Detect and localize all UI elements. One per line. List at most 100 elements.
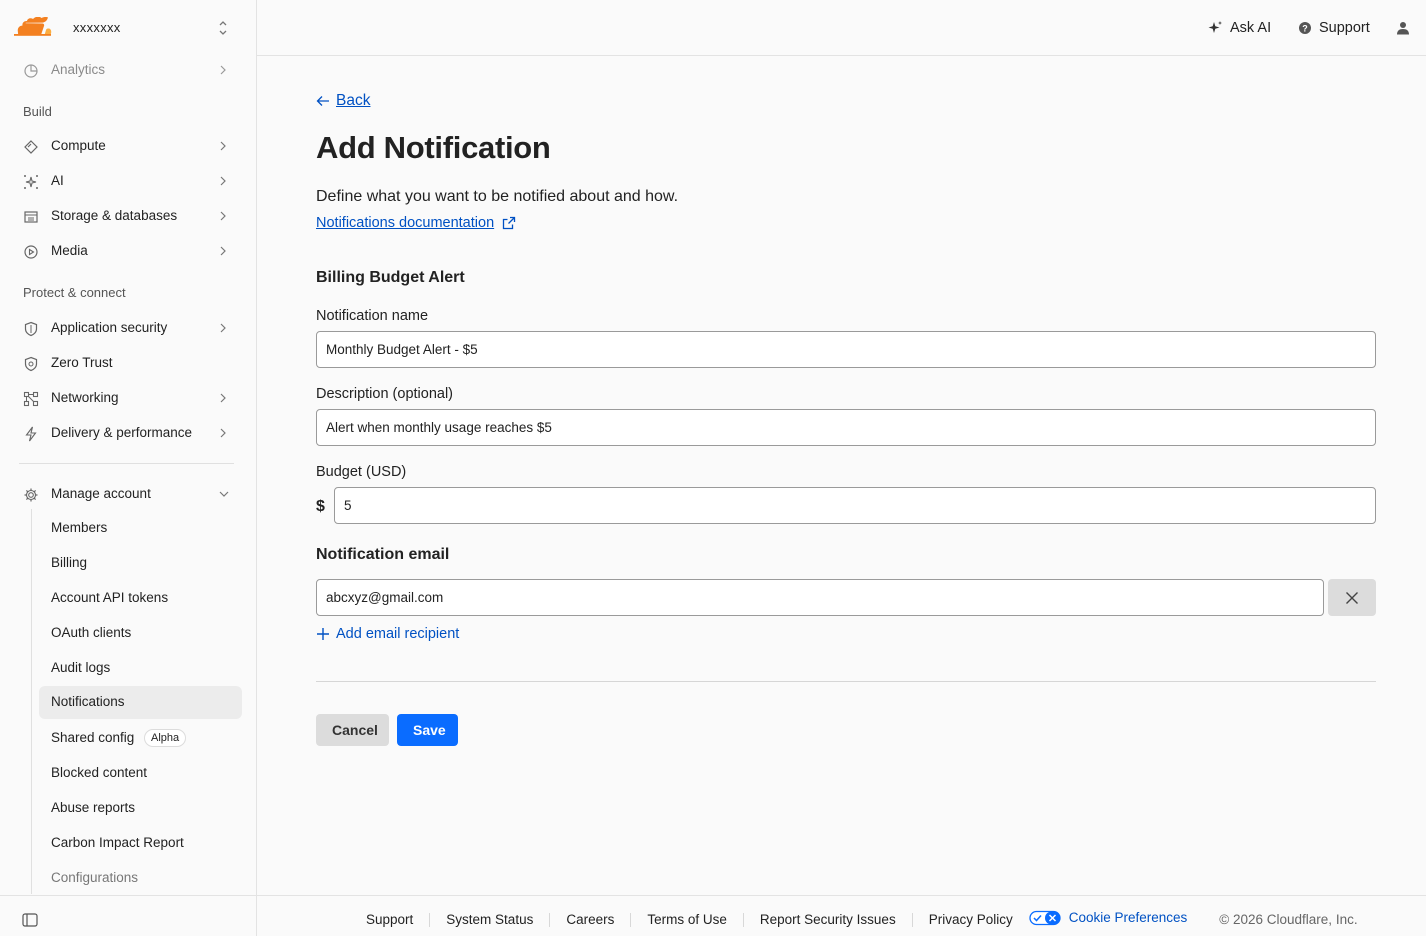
sidebar-item-label: Application security: [51, 320, 168, 335]
sidebar-item-shared-config[interactable]: Shared config Alpha: [39, 722, 242, 755]
sidebar: xxxxxxx Analytics Build Compute AI Stora…: [0, 0, 257, 936]
sidebar-item-label: Configurations: [51, 870, 139, 885]
sidebar-item-label: Account API tokens: [51, 590, 169, 605]
sidebar-item-label: Networking: [51, 390, 119, 405]
sidebar-item-label: Compute: [51, 138, 106, 153]
chevron-right-icon: [220, 65, 226, 75]
chevron-right-icon: [220, 323, 226, 333]
footer-link-terms-of-use[interactable]: Terms of Use: [630, 912, 743, 927]
compute-icon: [24, 140, 38, 154]
sidebar-item-zero-trust[interactable]: Zero Trust: [12, 347, 242, 380]
footer-link-privacy-policy[interactable]: Privacy Policy Cookie Preferences: [911, 909, 1204, 927]
cloudflare-logo: [14, 17, 52, 36]
notification-name-input[interactable]: [316, 331, 1376, 368]
footer-link-system-status[interactable]: System Status: [429, 912, 549, 927]
budget-input[interactable]: [334, 487, 1376, 524]
cancel-button[interactable]: Cancel: [316, 714, 389, 746]
chevron-down-icon: [219, 491, 229, 497]
ask-ai-button[interactable]: Ask AI: [1207, 18, 1271, 38]
sidebar-item-application-security[interactable]: Application security: [12, 312, 242, 345]
sidebar-item-abuse-reports[interactable]: Abuse reports: [39, 792, 242, 825]
save-button[interactable]: Save: [397, 714, 458, 746]
storage-icon: [24, 211, 38, 223]
sidebar-item-billing[interactable]: Billing: [39, 547, 242, 580]
sidebar-item-label: Carbon Impact Report: [51, 835, 184, 850]
sidebar-item-label: Abuse reports: [51, 800, 136, 815]
copyright: © 2026 Cloudflare, Inc.: [1219, 912, 1358, 927]
arrow-left-icon: [316, 96, 329, 106]
sidebar-item-analytics[interactable]: Analytics: [12, 56, 242, 87]
back-label: Back: [336, 92, 371, 109]
external-link-icon: [502, 216, 516, 230]
sidebar-item-media[interactable]: Media: [12, 235, 242, 268]
submenu-guide-line: [31, 509, 32, 894]
sidebar-item-networking[interactable]: Networking: [12, 382, 242, 415]
account-switcher[interactable]: xxxxxxx: [0, 0, 256, 56]
sidebar-item-label: Delivery & performance: [51, 425, 193, 440]
description-input[interactable]: [316, 409, 1376, 446]
sidebar-item-compute[interactable]: Compute: [12, 130, 242, 163]
help-circle-icon: ?: [1299, 22, 1311, 34]
privacy-policy-label: Privacy Policy: [928, 911, 1013, 927]
cookie-preferences-link[interactable]: Cookie Preferences: [1029, 909, 1188, 926]
footer: Support System Status Careers Terms of U…: [257, 895, 1426, 936]
sidebar-item-manage-account[interactable]: Manage account: [12, 478, 242, 511]
sidebar-item-members[interactable]: Members: [39, 512, 242, 545]
sidebar-item-delivery-performance[interactable]: Delivery & performance: [12, 417, 242, 450]
sidebar-item-account-api-tokens[interactable]: Account API tokens: [39, 582, 242, 615]
cookie-preferences-label: Cookie Preferences: [1068, 909, 1188, 925]
sidebar-collapse-icon[interactable]: [22, 913, 38, 927]
footer-link-report-security-issues[interactable]: Report Security Issues: [742, 912, 912, 927]
user-icon: [1397, 22, 1409, 35]
sidebar-item-storage[interactable]: Storage & databases: [12, 200, 242, 233]
sidebar-nav: Analytics Build Compute AI Storage & dat…: [0, 56, 256, 894]
sidebar-item-oauth-clients[interactable]: OAuth clients: [39, 617, 242, 650]
email-input[interactable]: [316, 579, 1324, 616]
sidebar-item-blocked-content[interactable]: Blocked content: [39, 757, 242, 790]
sidebar-item-audit-logs[interactable]: Audit logs: [39, 652, 242, 685]
section-title-billing-budget-alert: Billing Budget Alert: [316, 269, 465, 286]
user-menu-button[interactable]: [1396, 18, 1417, 38]
sidebar-item-label: Analytics: [51, 62, 106, 77]
svg-text:?: ?: [1302, 23, 1308, 33]
ai-sparkle-icon: [24, 175, 38, 189]
chevron-right-icon: [220, 211, 226, 221]
account-name: xxxxxxx: [73, 20, 121, 35]
sidebar-item-label: Audit logs: [51, 660, 111, 675]
top-bar: Ask AI ? Support: [257, 0, 1426, 56]
privacy-choices-toggle-icon: [1029, 910, 1061, 925]
support-button[interactable]: ? Support: [1298, 18, 1370, 38]
footer-link-support[interactable]: Support: [366, 912, 429, 927]
sidebar-item-ai[interactable]: AI: [12, 165, 242, 198]
add-email-recipient-button[interactable]: Add email recipient: [316, 626, 459, 642]
chevron-right-icon: [220, 176, 226, 186]
notification-name-label: Notification name: [316, 308, 429, 324]
currency-symbol: $: [316, 498, 325, 515]
back-link[interactable]: Back: [316, 92, 370, 110]
chevron-right-icon: [220, 246, 226, 256]
notifications-documentation-link[interactable]: Notifications documentation: [316, 215, 516, 231]
shield-icon: [24, 321, 38, 337]
chevron-up-down-icon: [219, 21, 227, 35]
sidebar-item-label: Shared config: [51, 730, 135, 745]
chevron-right-icon: [220, 393, 226, 403]
media-play-icon: [24, 245, 38, 259]
ask-ai-label: Ask AI: [1230, 20, 1272, 36]
lightning-icon: [25, 426, 37, 442]
sidebar-item-notifications[interactable]: Notifications: [39, 686, 242, 719]
sidebar-item-label: Manage account: [51, 486, 151, 501]
sidebar-item-configurations[interactable]: Configurations: [39, 862, 242, 894]
sidebar-item-label: Billing: [51, 555, 88, 570]
plus-icon: [317, 628, 329, 640]
sidebar-divider: [19, 463, 234, 464]
sidebar-item-label: Storage & databases: [51, 208, 178, 223]
footer-link-careers[interactable]: Careers: [549, 912, 630, 927]
analytics-icon: [24, 64, 38, 78]
sidebar-item-label: AI: [51, 173, 64, 188]
budget-label: Budget (USD): [316, 464, 407, 480]
sidebar-item-label: Members: [51, 520, 108, 535]
sidebar-item-carbon-impact-report[interactable]: Carbon Impact Report: [39, 827, 242, 860]
add-recipient-label: Add email recipient: [336, 626, 460, 642]
remove-email-button[interactable]: [1328, 579, 1376, 616]
page-intro: Define what you want to be notified abou…: [316, 188, 679, 205]
